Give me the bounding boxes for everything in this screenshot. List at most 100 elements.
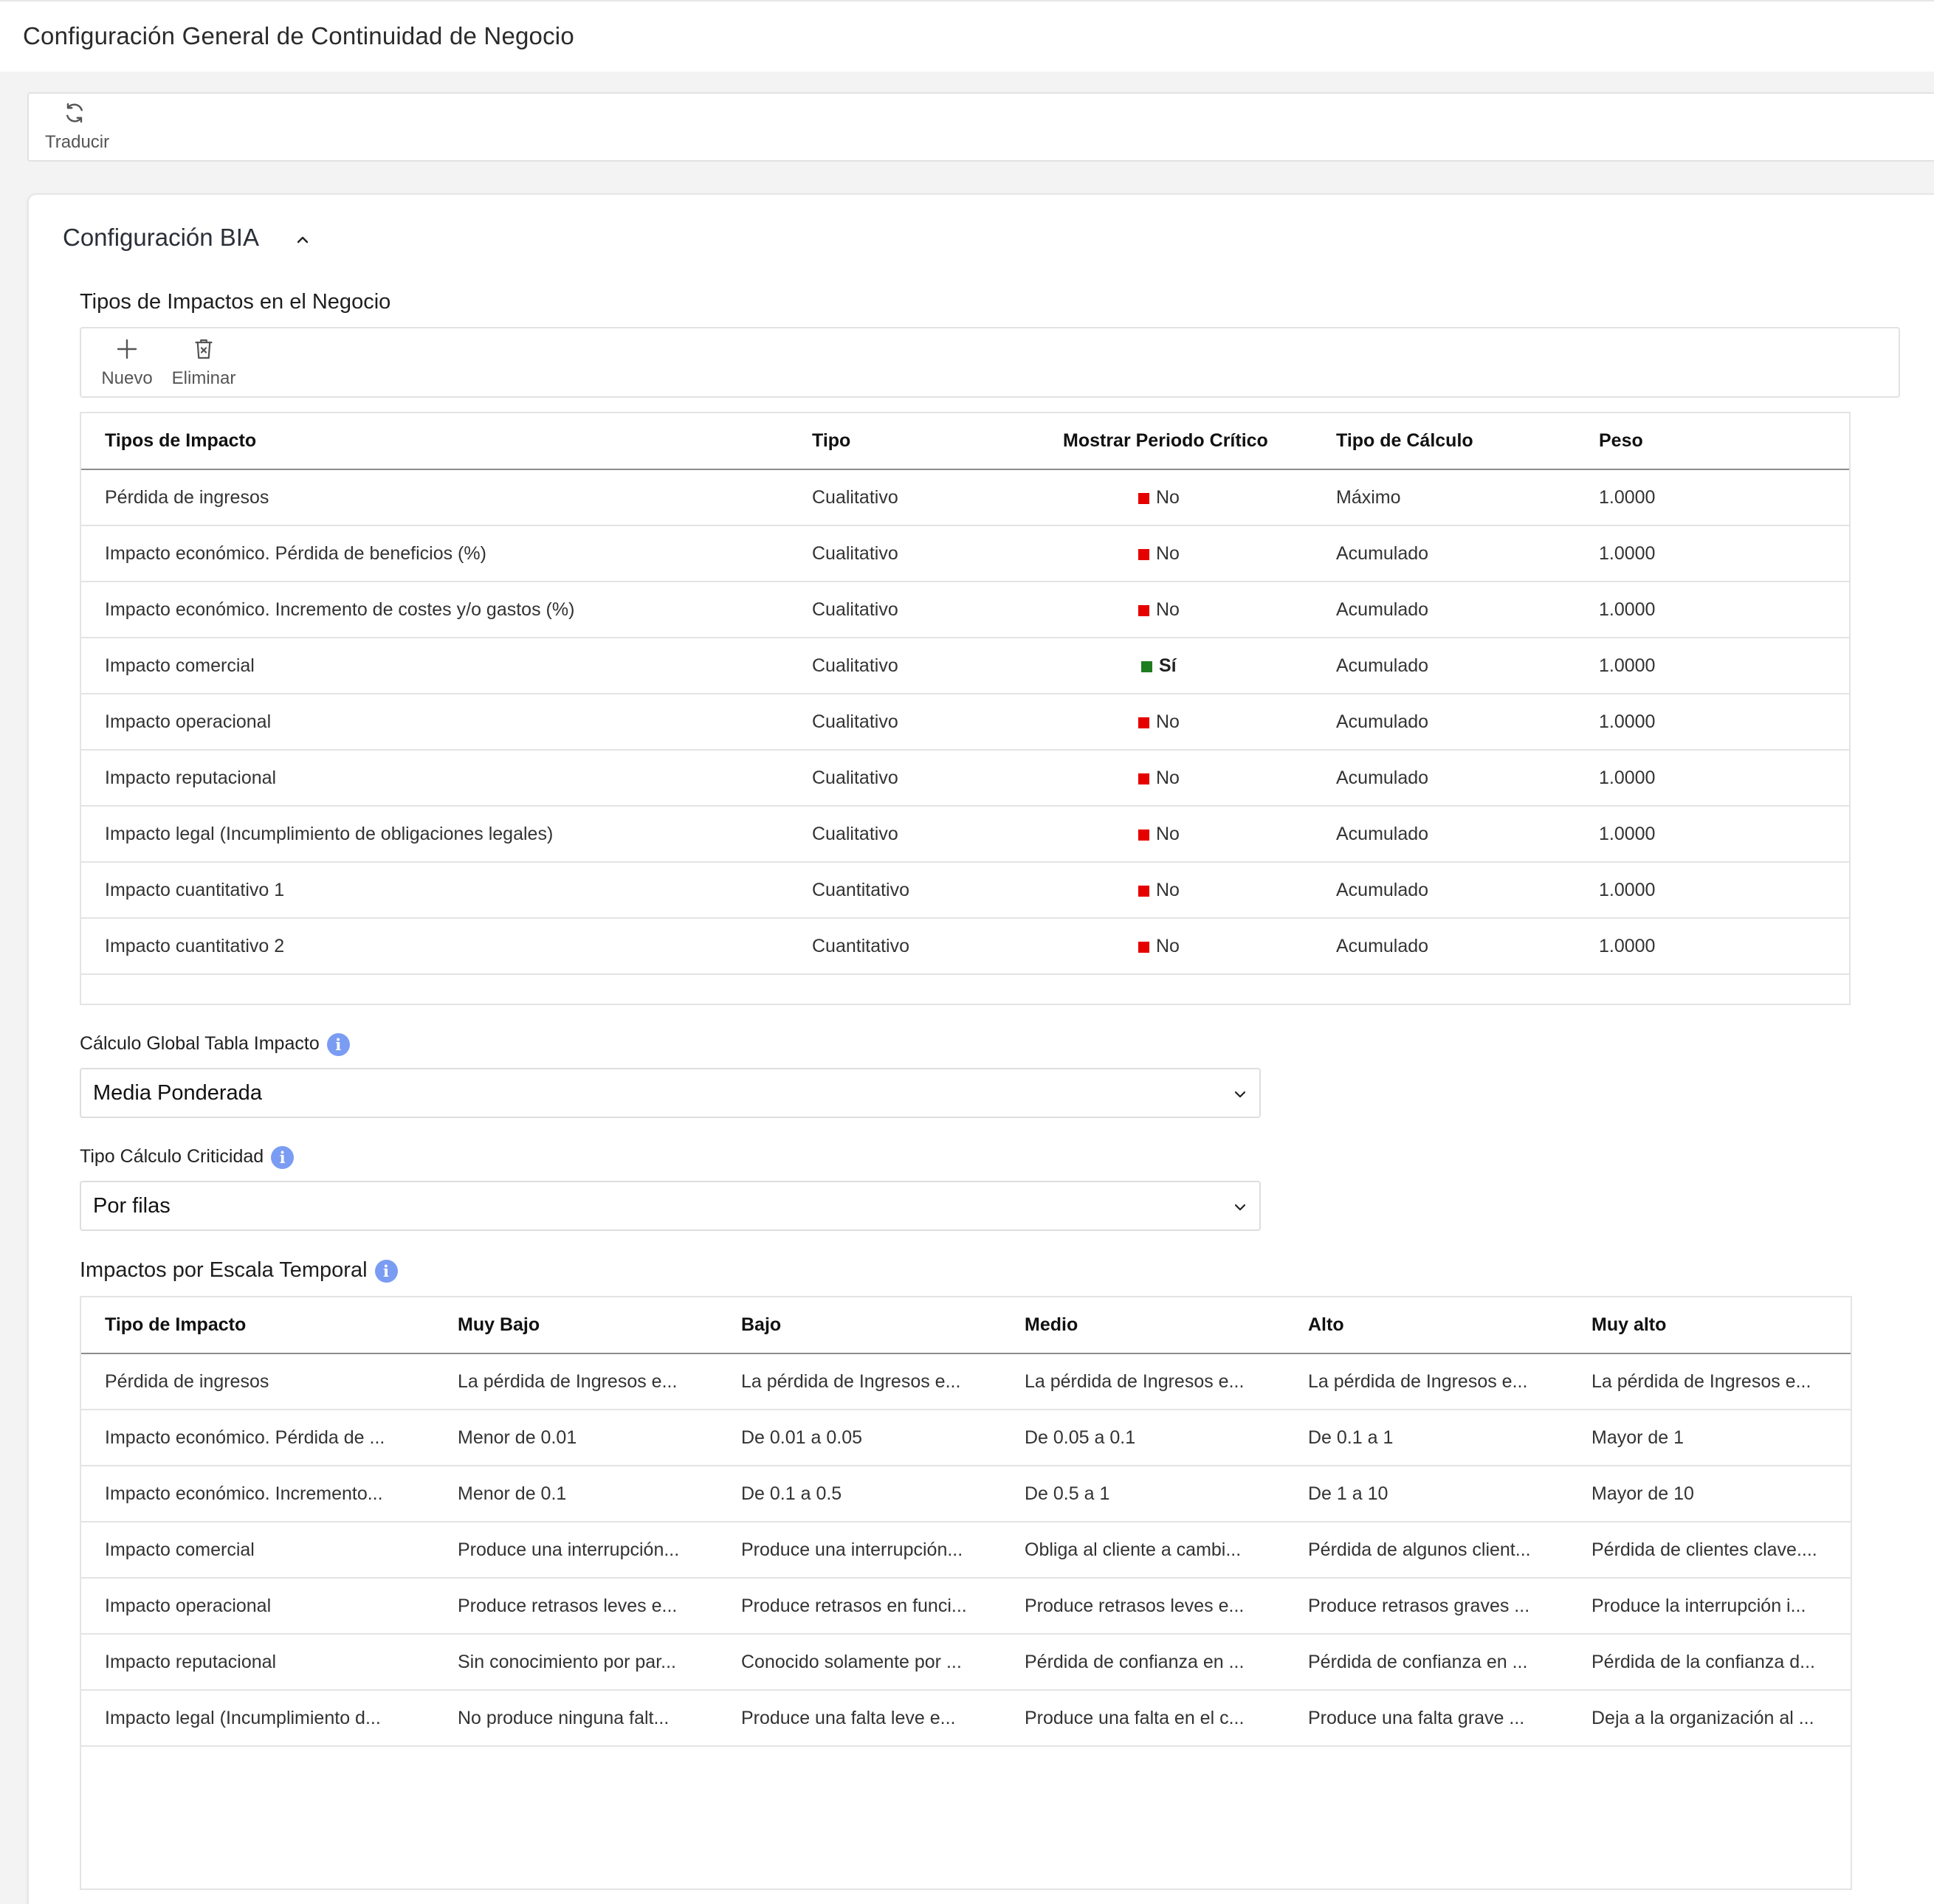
calc-type-cell[interactable]: Acumulado bbox=[1312, 582, 1575, 638]
impact-type-cell[interactable]: Cualitativo bbox=[788, 525, 1039, 582]
high-cell[interactable]: Pérdida de confianza en ... bbox=[1284, 1634, 1568, 1691]
criticality-calc-select[interactable]: Por filas bbox=[80, 1181, 1261, 1231]
impact-name-cell[interactable]: Impacto legal (Incumplimiento de obligac… bbox=[81, 806, 788, 863]
very-high-cell[interactable]: Pérdida de la confianza d... bbox=[1568, 1634, 1851, 1691]
very-high-cell[interactable]: La pérdida de Ingresos e... bbox=[1568, 1353, 1851, 1410]
very-high-cell[interactable]: Mayor de 1 bbox=[1568, 1410, 1851, 1466]
very-low-cell[interactable]: Produce una interrupción... bbox=[434, 1522, 717, 1579]
impact-type-cell[interactable]: Cualitativo bbox=[788, 806, 1039, 863]
impact-type-cell[interactable]: Cuantitativo bbox=[788, 918, 1039, 975]
calc-type-cell[interactable]: Acumulado bbox=[1312, 862, 1575, 919]
column-header[interactable]: Tipo de Cálculo bbox=[1312, 413, 1575, 470]
column-header[interactable]: Tipos de Impacto bbox=[81, 413, 788, 470]
table-row[interactable]: Impacto legal (Incumplimiento d... No pro… bbox=[81, 1690, 1851, 1747]
low-cell[interactable]: Produce una falta leve e... bbox=[717, 1690, 1001, 1747]
table-row[interactable]: Impacto económico. Pérdida de ... Menor d… bbox=[81, 1410, 1851, 1466]
table-row[interactable]: Impacto comercial Cualitativo Sí Acumulado 1… bbox=[81, 638, 1849, 694]
impact-name-cell[interactable]: Impacto económico. Pérdida de beneficios… bbox=[81, 525, 788, 582]
weight-cell[interactable]: 1.0000 bbox=[1575, 582, 1849, 638]
very-low-cell[interactable]: Produce retrasos leves e... bbox=[434, 1578, 717, 1635]
critical-period-cell[interactable]: Sí bbox=[1039, 638, 1312, 694]
critical-period-cell[interactable]: No bbox=[1039, 862, 1312, 919]
calc-type-cell[interactable]: Acumulado bbox=[1312, 694, 1575, 751]
calc-type-cell[interactable]: Acumulado bbox=[1312, 638, 1575, 694]
chevron-up-icon[interactable] bbox=[294, 231, 312, 249]
table-row[interactable]: Impacto legal (Incumplimiento de obligac… bbox=[81, 806, 1849, 863]
impact-type-cell[interactable]: Impacto legal (Incumplimiento d... bbox=[81, 1690, 434, 1747]
table-row[interactable]: Impacto comercial Produce una interrupció… bbox=[81, 1522, 1851, 1579]
weight-cell[interactable]: 1.0000 bbox=[1575, 638, 1849, 694]
weight-cell[interactable]: 1.0000 bbox=[1575, 469, 1849, 526]
impact-type-cell[interactable]: Impacto reputacional bbox=[81, 1634, 434, 1691]
low-cell[interactable]: Produce una interrupción... bbox=[717, 1522, 1001, 1579]
medium-cell[interactable]: Obliga al cliente a cambi... bbox=[1001, 1522, 1284, 1579]
calc-type-cell[interactable]: Acumulado bbox=[1312, 750, 1575, 807]
table-row[interactable]: Impacto económico. Incremento de costes … bbox=[81, 582, 1849, 638]
weight-cell[interactable]: 1.0000 bbox=[1575, 525, 1849, 582]
column-header[interactable]: Mostrar Periodo Crítico bbox=[1039, 413, 1312, 470]
high-cell[interactable]: De 0.1 a 1 bbox=[1284, 1410, 1568, 1466]
low-cell[interactable]: De 0.01 a 0.05 bbox=[717, 1410, 1001, 1466]
info-icon[interactable]: i bbox=[271, 1146, 295, 1169]
high-cell[interactable]: Produce una falta grave ... bbox=[1284, 1690, 1568, 1747]
calc-type-cell[interactable]: Acumulado bbox=[1312, 806, 1575, 863]
info-icon[interactable]: i bbox=[374, 1259, 398, 1283]
impact-type-cell[interactable]: Impacto económico. Incremento... bbox=[81, 1466, 434, 1522]
critical-period-cell[interactable]: No bbox=[1039, 582, 1312, 638]
medium-cell[interactable]: Produce retrasos leves e... bbox=[1001, 1578, 1284, 1635]
weight-cell[interactable]: 1.0000 bbox=[1575, 750, 1849, 807]
very-high-cell[interactable]: Mayor de 10 bbox=[1568, 1466, 1851, 1522]
critical-period-cell[interactable]: No bbox=[1039, 750, 1312, 807]
calc-type-cell[interactable]: Acumulado bbox=[1312, 525, 1575, 582]
weight-cell[interactable]: 1.0000 bbox=[1575, 862, 1849, 919]
critical-period-cell[interactable]: No bbox=[1039, 525, 1312, 582]
global-calc-select[interactable]: Media Ponderada bbox=[80, 1068, 1261, 1118]
impact-name-cell[interactable]: Impacto operacional bbox=[81, 694, 788, 751]
high-cell[interactable]: Pérdida de algunos client... bbox=[1284, 1522, 1568, 1579]
impact-name-cell[interactable]: Impacto reputacional bbox=[81, 750, 788, 807]
low-cell[interactable]: Conocido solamente por ... bbox=[717, 1634, 1001, 1691]
very-low-cell[interactable]: Menor de 0.1 bbox=[434, 1466, 717, 1522]
impact-type-cell[interactable]: Impacto comercial bbox=[81, 1522, 434, 1579]
very-low-cell[interactable]: Sin conocimiento por par... bbox=[434, 1634, 717, 1691]
medium-cell[interactable]: De 0.05 a 0.1 bbox=[1001, 1410, 1284, 1466]
critical-period-cell[interactable]: No bbox=[1039, 806, 1312, 863]
table-row[interactable]: Impacto reputacional Sin conocimiento por… bbox=[81, 1634, 1851, 1691]
low-cell[interactable]: Produce retrasos en funci... bbox=[717, 1578, 1001, 1635]
high-cell[interactable]: La pérdida de Ingresos e... bbox=[1284, 1353, 1568, 1410]
column-header[interactable]: Muy Bajo bbox=[434, 1297, 717, 1354]
very-high-cell[interactable]: Produce la interrupción i... bbox=[1568, 1578, 1851, 1635]
column-header[interactable]: Bajo bbox=[717, 1297, 1001, 1354]
new-button[interactable]: Nuevo bbox=[97, 336, 156, 389]
low-cell[interactable]: La pérdida de Ingresos e... bbox=[717, 1353, 1001, 1410]
column-header[interactable]: Tipo bbox=[788, 413, 1039, 470]
critical-period-cell[interactable]: No bbox=[1039, 694, 1312, 751]
critical-period-cell[interactable]: No bbox=[1039, 918, 1312, 975]
critical-period-cell[interactable]: No bbox=[1039, 469, 1312, 526]
impact-type-cell[interactable]: Cualitativo bbox=[788, 694, 1039, 751]
very-low-cell[interactable]: No produce ninguna falt... bbox=[434, 1690, 717, 1747]
medium-cell[interactable]: La pérdida de Ingresos e... bbox=[1001, 1353, 1284, 1410]
delete-button[interactable]: Eliminar bbox=[167, 336, 241, 389]
impact-name-cell[interactable]: Pérdida de ingresos bbox=[81, 469, 788, 526]
translate-button[interactable]: Traducir bbox=[45, 100, 109, 153]
table-row[interactable]: Impacto cuantitativo 2 Cuantitativo No Acum… bbox=[81, 918, 1849, 975]
high-cell[interactable]: Produce retrasos graves ... bbox=[1284, 1578, 1568, 1635]
high-cell[interactable]: De 1 a 10 bbox=[1284, 1466, 1568, 1522]
table-row[interactable]: Impacto económico. Pérdida de beneficios… bbox=[81, 525, 1849, 582]
impact-name-cell[interactable]: Impacto económico. Incremento de costes … bbox=[81, 582, 788, 638]
table-row[interactable]: Impacto operacional Cualitativo No Acumulad… bbox=[81, 694, 1849, 751]
impact-type-cell[interactable]: Cualitativo bbox=[788, 750, 1039, 807]
low-cell[interactable]: De 0.1 a 0.5 bbox=[717, 1466, 1001, 1522]
calc-type-cell[interactable]: Máximo bbox=[1312, 469, 1575, 526]
table-row[interactable]: Pérdida de ingresos La pérdida de Ingreso… bbox=[81, 1353, 1851, 1410]
calc-type-cell[interactable]: Acumulado bbox=[1312, 918, 1575, 975]
medium-cell[interactable]: Produce una falta en el c... bbox=[1001, 1690, 1284, 1747]
very-high-cell[interactable]: Deja a la organización al ... bbox=[1568, 1690, 1851, 1747]
impact-type-cell[interactable]: Impacto económico. Pérdida de ... bbox=[81, 1410, 434, 1466]
info-icon[interactable]: i bbox=[326, 1033, 350, 1056]
column-header[interactable]: Tipo de Impacto bbox=[81, 1297, 434, 1354]
very-low-cell[interactable]: La pérdida de Ingresos e... bbox=[434, 1353, 717, 1410]
very-high-cell[interactable]: Pérdida de clientes clave.... bbox=[1568, 1522, 1851, 1579]
table-row[interactable]: Impacto reputacional Cualitativo No Acumula… bbox=[81, 750, 1849, 807]
